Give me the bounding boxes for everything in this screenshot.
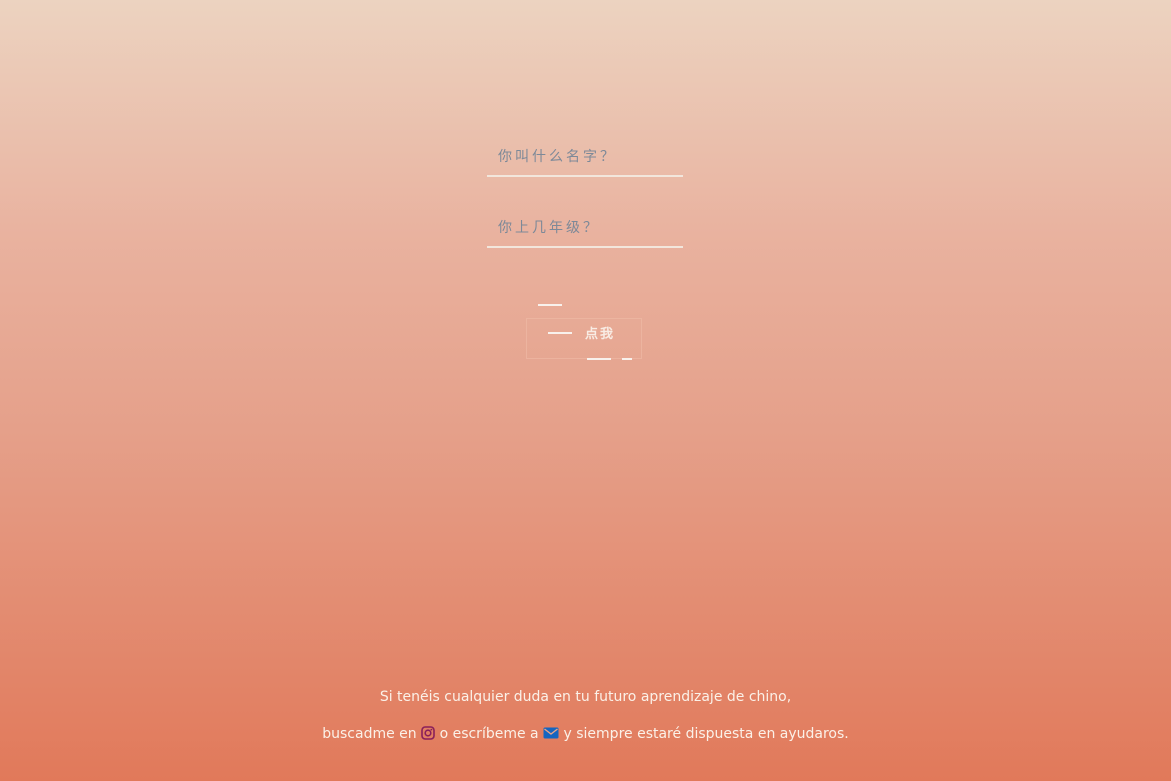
footer-text-2-prefix: buscadme en — [322, 726, 417, 742]
student-form — [487, 138, 683, 280]
footer-text-2-suffix: y siempre estaré dispuesta en ayudaros. — [563, 726, 849, 742]
name-input[interactable] — [487, 138, 683, 175]
submit-button-label: 点我 — [585, 327, 616, 342]
button-decoration-line — [622, 358, 632, 360]
instagram-link[interactable] — [421, 726, 439, 742]
footer-text-2-middle: o escríbeme a — [439, 726, 539, 742]
footer-line-2: buscadme en o escríbeme a y siempre esta… — [0, 726, 1171, 742]
instagram-icon — [421, 726, 435, 740]
submit-button[interactable] — [526, 318, 642, 359]
button-decoration-line — [587, 358, 611, 360]
envelope-icon — [543, 727, 559, 739]
name-field — [487, 138, 683, 177]
button-decoration-line — [538, 304, 562, 306]
footer-text-1: Si tenéis cualquier duda en tu futuro ap… — [379, 689, 792, 705]
submit-button-wrapper: 点我 — [526, 304, 642, 360]
grade-field — [487, 209, 683, 248]
button-decoration-line — [548, 332, 572, 334]
email-link[interactable] — [543, 726, 563, 742]
grade-input[interactable] — [487, 209, 683, 246]
footer-line-1: Si tenéis cualquier duda en tu futuro ap… — [0, 689, 1171, 705]
